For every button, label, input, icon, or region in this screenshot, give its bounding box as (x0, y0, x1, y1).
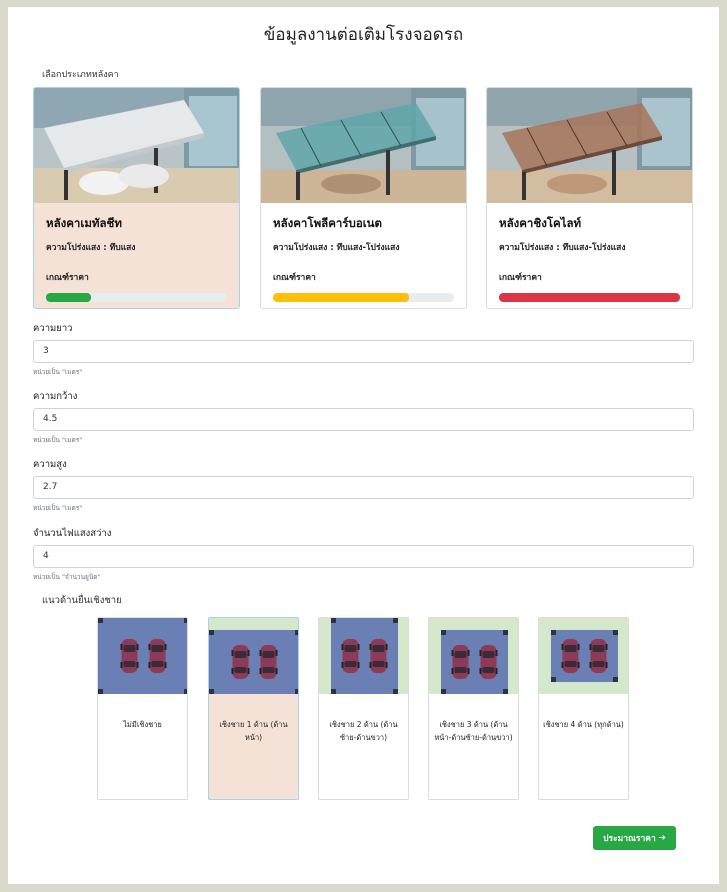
width-input[interactable]: 4.5 (33, 408, 694, 431)
eaves-option-text: เชิงชาย 2 ด้าน (ด้านซ้าย-ด้านขวา) (329, 720, 398, 742)
roof-card-polycarbonate[interactable]: หลังคาโพลีคาร์บอเนต ความโปร่งแสง : ทึบแส… (260, 87, 467, 309)
price-level-bar (273, 293, 454, 302)
roof-card-name: หลังคาเมทัลชีท (46, 216, 122, 230)
polycarbonate-roof-image (261, 88, 466, 203)
eaves-diagram-1 (209, 618, 298, 694)
roof-card-name: หลังคาชิงโคไลท์ (499, 216, 582, 230)
price-level-bar (46, 293, 227, 302)
cool-light-roof-image (487, 88, 692, 203)
eaves-option-1-side[interactable]: เชิงชาย 1 ด้าน (ด้านหน้า) (208, 617, 299, 800)
roof-type-label: เลือกประเภทหลังคา (42, 70, 119, 80)
eaves-option-none[interactable]: ไม่มีเชิงชาย (97, 617, 188, 800)
eaves-diagram-2 (319, 618, 408, 694)
roof-card-transparency: ความโปร่งแสง : ทึบแสง-โปร่งแสง (273, 243, 400, 253)
eaves-option-2-sides[interactable]: เชิงชาย 2 ด้าน (ด้านซ้าย-ด้านขวา) (318, 617, 409, 800)
length-input[interactable]: 3 (33, 340, 694, 363)
eaves-diagram-0 (98, 618, 187, 694)
eaves-label: แนวด้านยื่นเชิงชาย (42, 595, 122, 606)
price-level-bar (499, 293, 680, 302)
roof-card-price-label: เกณฑ์ราคา (273, 273, 316, 283)
price-level-fill (499, 293, 680, 302)
estimate-button-label: ประมาณราคา (603, 834, 656, 844)
length-help: หน่วยเป็น "เมตร" (33, 368, 83, 376)
roof-card-transparency: ความโปร่งแสง : ทึบแสง-โปร่งแสง (499, 243, 626, 253)
lights-help: หน่วยเป็น "จำนวนยูนิต" (33, 573, 101, 581)
estimate-price-button[interactable]: ประมาณราคา ➔ (593, 826, 676, 850)
height-help: หน่วยเป็น "เมตร" (33, 504, 83, 512)
roof-card-price-label: เกณฑ์ราคา (499, 273, 542, 283)
eaves-option-text: ไม่มีเชิงชาย (123, 720, 162, 729)
eaves-option-text: เชิงชาย 4 ด้าน (ทุกด้าน) (543, 720, 624, 729)
width-label: ความกว้าง (33, 391, 78, 402)
height-input[interactable]: 2.7 (33, 476, 694, 499)
roof-card-price-label: เกณฑ์ราคา (46, 273, 89, 283)
roof-card-name: หลังคาโพลีคาร์บอเนต (273, 216, 382, 230)
eaves-option-3-sides[interactable]: เชิงชาย 3 ด้าน (ด้านหน้า-ด้านซ้าย-ด้านขว… (428, 617, 519, 800)
price-level-fill (46, 293, 92, 302)
arrow-right-icon: ➔ (658, 833, 666, 843)
eaves-option-text: เชิงชาย 3 ด้าน (ด้านหน้า-ด้านซ้าย-ด้านขว… (434, 720, 513, 742)
form-panel: ข้อมูลงานต่อเติมโรงจอดรถ เลือกประเภทหลัง… (8, 7, 719, 884)
roof-card-metal-sheet[interactable]: หลังคาเมทัลชีท ความโปร่งแสง : ทึบแสง เกณ… (33, 87, 240, 309)
price-level-fill (273, 293, 409, 302)
eaves-option-text: เชิงชาย 1 ด้าน (ด้านหน้า) (219, 720, 288, 742)
lights-label: จำนวนไฟแสงสว่าง (33, 528, 112, 539)
eaves-diagram-4 (539, 618, 628, 694)
length-label: ความยาว (33, 323, 73, 334)
metal-sheet-roof-image (34, 88, 239, 203)
eaves-diagram-3 (429, 618, 518, 694)
lights-input[interactable]: 4 (33, 545, 694, 568)
roof-card-cool-light[interactable]: หลังคาชิงโคไลท์ ความโปร่งแสง : ทึบแสง-โป… (486, 87, 693, 309)
eaves-option-4-sides[interactable]: เชิงชาย 4 ด้าน (ทุกด้าน) (538, 617, 629, 800)
height-label: ความสูง (33, 459, 67, 470)
page-title: ข้อมูลงานต่อเติมโรงจอดรถ (263, 25, 464, 45)
roof-card-transparency: ความโปร่งแสง : ทึบแสง (46, 243, 136, 253)
width-help: หน่วยเป็น "เมตร" (33, 436, 83, 444)
